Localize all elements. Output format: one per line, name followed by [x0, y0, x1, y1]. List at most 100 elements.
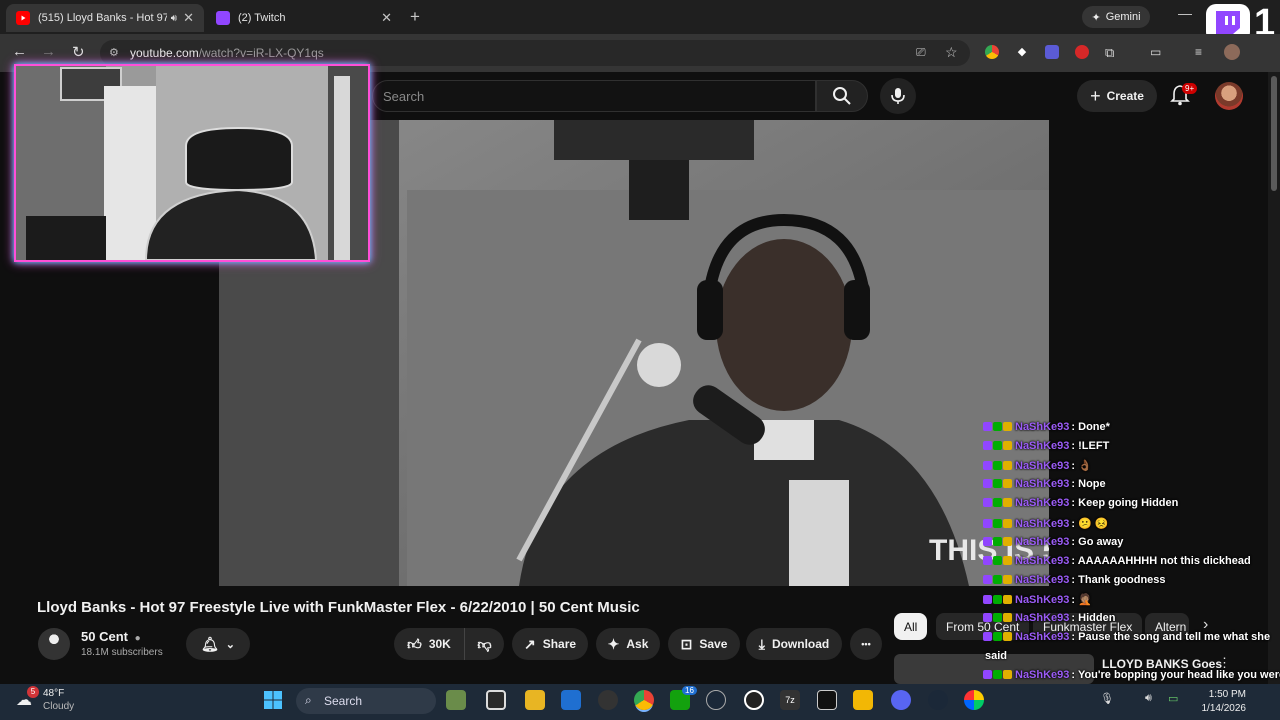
steam-icon-2[interactable]: [928, 690, 948, 710]
chat-username: NaShKe93: [1015, 612, 1070, 624]
youtube-icon: [16, 11, 30, 25]
media-icon[interactable]: ≡: [1195, 45, 1209, 59]
create-button[interactable]: + Create: [1077, 80, 1157, 112]
like-button[interactable]: 👍︎ 30K: [394, 628, 464, 660]
chat-badge-icon: [983, 670, 992, 680]
chat-text: : Nope: [1071, 478, 1106, 491]
color-extension-icon[interactable]: [985, 45, 999, 59]
sidepanel-icon[interactable]: ▭: [1150, 45, 1164, 59]
create-label: Create: [1106, 89, 1144, 103]
chat-message: NaShKe93: Thank goodness: [983, 574, 1166, 586]
channel-name[interactable]: 50 Cent ●: [81, 629, 141, 644]
youtube-search-input[interactable]: Search: [372, 80, 816, 112]
thumbs-down-icon: 👎︎: [477, 635, 492, 652]
calculator-icon[interactable]: 7z: [780, 690, 800, 710]
close-tab-icon[interactable]: ✕: [381, 10, 392, 26]
battery-icon[interactable]: ▭: [1168, 692, 1178, 705]
red-extension-icon[interactable]: [1075, 45, 1089, 59]
bookmark-star-icon[interactable]: ☆: [945, 44, 958, 61]
steam-icon[interactable]: [706, 690, 726, 710]
chat-username: NaShKe93: [1015, 573, 1070, 586]
more-actions-button[interactable]: •••: [850, 628, 882, 660]
sparkle-icon: ✦: [607, 635, 620, 652]
forward-icon[interactable]: →: [41, 43, 56, 60]
subscribed-notifications-button[interactable]: 🔔︎ ⌄: [186, 628, 250, 660]
chat-badge-icon: [993, 613, 1002, 622]
cast-icon[interactable]: ⎚: [916, 45, 926, 60]
scrollbar-thumb[interactable]: [1271, 76, 1277, 191]
twitch-extension-icon[interactable]: [1045, 45, 1059, 59]
chat-text: : Keep going Hidden: [1071, 497, 1179, 510]
tab-youtube[interactable]: (515) Lloyd Banks - Hot 97 🔊︎ ✕: [6, 4, 204, 32]
speaker-icon[interactable]: 🔊︎: [171, 13, 177, 24]
chat-text: : 👌🏾: [1071, 460, 1092, 473]
chip-all[interactable]: All: [894, 613, 928, 640]
volume-icon[interactable]: 🔊︎: [1145, 692, 1152, 705]
diamond-extension-icon[interactable]: ◆: [1015, 45, 1029, 59]
tab-title: (515) Lloyd Banks - Hot 97: [38, 12, 167, 24]
back-icon[interactable]: ←: [12, 43, 27, 60]
chat-text: : 🤦🏽: [1071, 593, 1092, 606]
cube-app-icon[interactable]: [446, 690, 466, 710]
chat-badge-icon: [993, 461, 1002, 471]
url-host: youtube.com: [130, 46, 199, 60]
chat-message: NaShKe93: 👌🏾: [983, 459, 1092, 472]
clock-time: 1:50 PM: [1208, 689, 1246, 700]
chat-badge-icon: [983, 555, 992, 565]
obs-icon[interactable]: [598, 690, 618, 710]
chat-badge-icon: [993, 670, 1002, 680]
tab-twitch[interactable]: (2) Twitch ✕: [206, 4, 402, 32]
clock-date: 1/14/2026: [1201, 703, 1247, 714]
chat-badge-icon: [983, 632, 992, 642]
close-tab-icon[interactable]: ✕: [183, 10, 194, 26]
chat-text: : Go away: [1071, 535, 1124, 548]
system-clock[interactable]: 1:50 PM 1/14/2026: [1196, 688, 1247, 716]
chrome-icon[interactable]: [634, 690, 654, 710]
address-bar[interactable]: ⚙ youtube.com/watch?v=iR-LX-QY1qs ⎚ ☆: [100, 40, 970, 66]
reload-icon[interactable]: ↻: [72, 43, 85, 61]
store-icon[interactable]: [561, 690, 581, 710]
search-icon: [833, 87, 851, 105]
search-button[interactable]: [816, 80, 868, 112]
download-button[interactable]: ⤓ Download: [746, 628, 842, 660]
dislike-button[interactable]: 👎︎: [464, 628, 504, 660]
save-button[interactable]: ⊡ Save: [668, 628, 740, 660]
gemini-button[interactable]: ✦ Gemini: [1082, 6, 1150, 28]
site-info-icon[interactable]: ⚙: [109, 46, 122, 59]
windows-start-icon[interactable]: [263, 690, 283, 710]
chat-badge-icon: [1003, 479, 1012, 489]
voice-search-button[interactable]: [880, 78, 916, 114]
chevron-down-icon: ⌄: [225, 638, 235, 651]
epic-games-icon[interactable]: [817, 690, 837, 710]
chat-badge-icon: [983, 422, 992, 431]
chat-username: NaShKe93: [1015, 554, 1070, 567]
chat-message: NaShKe93: Nope: [983, 478, 1106, 490]
task-view-icon[interactable]: [486, 690, 506, 710]
taskbar-search[interactable]: ⌕ Search: [296, 688, 436, 714]
profile-avatar[interactable]: [1224, 44, 1240, 60]
weather-widget[interactable]: ☁︎ 5 48°F Cloudy: [16, 686, 96, 718]
rockstar-icon[interactable]: [853, 690, 873, 710]
account-avatar[interactable]: [1215, 82, 1243, 110]
notification-badge: 9+: [1182, 83, 1198, 94]
chat-message: NaShKe93: Go away: [983, 536, 1123, 548]
new-tab-button[interactable]: +: [410, 7, 420, 27]
subscriber-count: 18.1M subscribers: [81, 647, 163, 658]
file-explorer-icon[interactable]: [525, 690, 545, 710]
chat-badge-icon: [993, 479, 1002, 489]
chat-badge-icon: [993, 632, 1002, 642]
microphone-tray-icon[interactable]: 🎙︎: [1100, 692, 1114, 705]
share-button[interactable]: ↗ Share: [512, 628, 588, 660]
chat-message: NaShKe93: 😕 😣: [983, 517, 1109, 530]
extensions-puzzle-icon[interactable]: ⧉: [1105, 45, 1119, 60]
minimize-icon[interactable]: —: [1178, 5, 1192, 21]
ask-button[interactable]: ✦ Ask: [596, 628, 660, 660]
multicolor-app-icon[interactable]: [964, 690, 984, 710]
chat-text: : Pause the song and tell me what she: [1071, 631, 1271, 644]
webcam-overlay: [14, 64, 370, 262]
discord-icon[interactable]: [891, 690, 911, 710]
target-app-icon[interactable]: [744, 690, 764, 710]
chat-username: NaShKe93: [1015, 631, 1070, 644]
channel-avatar[interactable]: [38, 628, 70, 660]
chat-badge-icon: [993, 594, 1002, 604]
